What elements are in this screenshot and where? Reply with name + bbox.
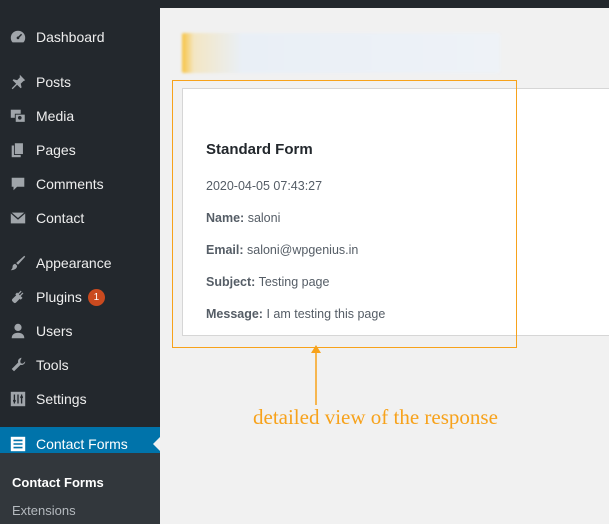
sidebar-item-label: Media [36, 108, 75, 124]
forms-icon [8, 434, 28, 454]
sidebar-item-appearance[interactable]: Appearance [0, 246, 160, 280]
dashboard-icon [8, 27, 28, 47]
sidebar-item-comments[interactable]: Comments [0, 167, 160, 201]
sidebar-item-label: Comments [36, 176, 104, 192]
sidebar-item-label: Contact Forms [36, 436, 128, 452]
sidebar-item-posts[interactable]: Posts [0, 65, 160, 99]
sidebar-item-tools[interactable]: Tools [0, 348, 160, 382]
pages-icon [8, 140, 28, 160]
settings-icon [8, 389, 28, 409]
sidebar-item-label: Contact [36, 210, 85, 226]
update-count-badge: 1 [87, 288, 105, 306]
sidebar-item-label: Settings [36, 391, 87, 407]
sidebar-item-label: Posts [36, 74, 72, 90]
sidebar-item-dashboard[interactable]: Dashboard [0, 20, 160, 54]
sidebar-item-media[interactable]: Media [0, 99, 160, 133]
sidebar-item-label: Pages [36, 142, 76, 158]
admin-top-bar [0, 0, 609, 8]
submenu-item-contact-forms[interactable]: Contact Forms [12, 475, 104, 490]
highlight-box [172, 80, 517, 348]
paintbrush-icon [8, 253, 28, 273]
sidebar-item-contact[interactable]: Contact [0, 201, 160, 235]
contact-forms-submenu: Contact Forms Extensions [0, 453, 160, 524]
annotation-arrow-icon [311, 345, 321, 405]
sidebar-item-plugins[interactable]: Plugins 1 [0, 280, 160, 314]
pin-icon [8, 72, 28, 92]
active-indicator-arrow [153, 436, 161, 452]
media-icon [8, 106, 28, 126]
sidebar-item-users[interactable]: Users [0, 314, 160, 348]
annotation-caption: detailed view of the response [253, 405, 498, 429]
plugin-icon [8, 287, 28, 307]
blurred-page-header [182, 33, 500, 73]
sidebar-item-pages[interactable]: Pages [0, 133, 160, 167]
sidebar-item-settings[interactable]: Settings [0, 382, 160, 416]
comment-icon [8, 174, 28, 194]
envelope-icon [8, 208, 28, 228]
wrench-icon [8, 355, 28, 375]
sidebar-item-label: Tools [36, 357, 69, 373]
submenu-item-extensions[interactable]: Extensions [12, 503, 76, 518]
sidebar-item-label: Plugins [36, 289, 82, 305]
sidebar-item-label: Appearance [36, 255, 112, 271]
user-icon [8, 321, 28, 341]
sidebar-item-label: Users [36, 323, 73, 339]
sidebar-item-label: Dashboard [36, 29, 105, 45]
admin-sidebar: Dashboard Posts Media Pages Comments Con… [0, 8, 161, 524]
